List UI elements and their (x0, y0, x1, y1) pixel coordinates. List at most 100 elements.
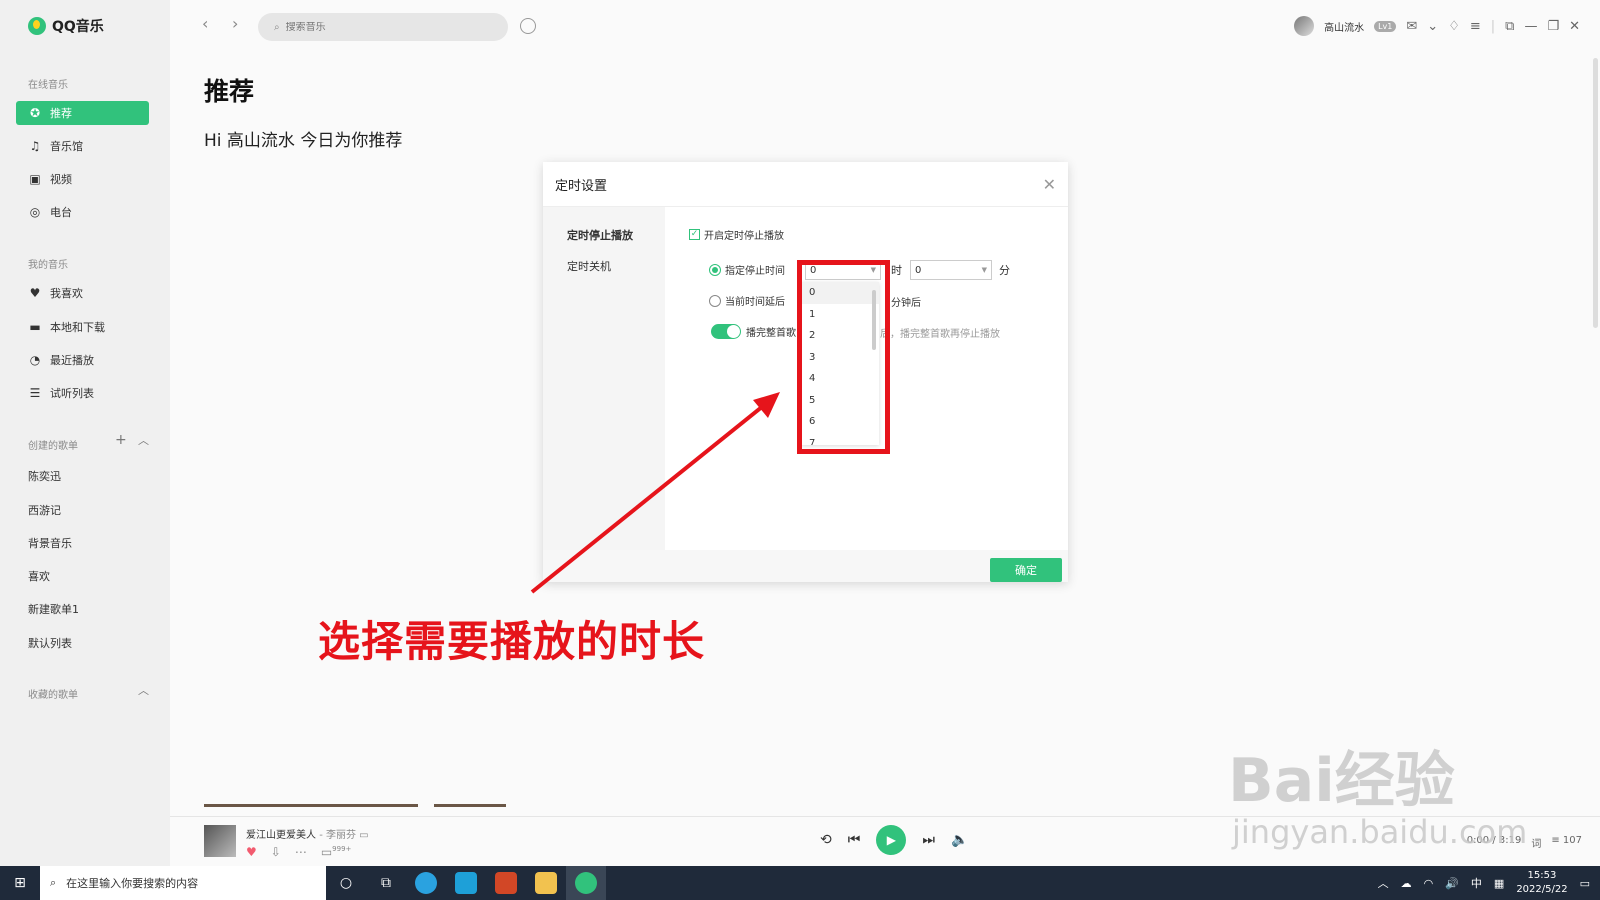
edge-browser-icon[interactable] (406, 866, 446, 900)
collapse-created-icon[interactable]: ︿ (138, 432, 149, 448)
avatar[interactable] (1294, 16, 1315, 36)
recommend-card-edge[interactable] (434, 804, 506, 807)
taskbar-search[interactable]: ⌕ 在这里输入你要搜索的内容 (40, 866, 326, 900)
playlist-item[interactable]: 默认列表 (28, 635, 72, 651)
play-button[interactable]: ▶ (876, 825, 907, 855)
dropdown-option[interactable]: 3 (801, 347, 879, 369)
playlist-item[interactable]: 喜欢 (28, 568, 50, 584)
radio-specific-time[interactable]: 指定停止时间 (709, 262, 785, 277)
song-artist[interactable]: 李丽芬 (326, 830, 356, 841)
skin-icon[interactable]: ♢ (1448, 19, 1460, 34)
dropdown-option[interactable]: 0 (801, 282, 879, 304)
heart-icon: ♥ (29, 286, 41, 300)
dropdown-option[interactable]: 5 (801, 390, 879, 412)
mini-mode-icon[interactable]: ⧉ (1505, 19, 1514, 34)
powerpoint-icon[interactable] (486, 866, 526, 900)
hour-select[interactable]: 0 ▼ (805, 260, 881, 280)
comment-icon[interactable]: ▭999+ (321, 845, 352, 859)
more-icon[interactable]: ⋯ (295, 845, 307, 859)
mv-icon[interactable]: ▭ (359, 830, 368, 841)
close-icon[interactable]: ✕ (1043, 175, 1056, 194)
radio-delay[interactable]: 当前时间延后 (709, 293, 785, 308)
heart-icon[interactable]: ♥ (246, 845, 257, 859)
back-icon[interactable]: ‹ (202, 14, 208, 33)
minimize-icon[interactable]: — (1524, 19, 1537, 34)
chevron-down-icon[interactable]: ⌄ (1427, 19, 1438, 34)
notification-icon[interactable]: ▭ (1580, 877, 1590, 890)
forward-icon[interactable]: › (232, 14, 238, 33)
app-logo[interactable]: QQ音乐 (28, 16, 104, 36)
level-badge[interactable]: Lv1 (1374, 20, 1397, 32)
store-app-icon[interactable] (446, 866, 486, 900)
cloud-icon[interactable]: ☁ (1401, 877, 1412, 890)
close-icon[interactable]: ✕ (1569, 19, 1580, 34)
main-scrollbar[interactable] (1593, 58, 1598, 328)
playback-controls: ⟲ ⏮ ▶ ⏭ 🔈 (820, 825, 968, 855)
next-icon[interactable]: ⏭ (922, 832, 935, 848)
sidebar-item-video[interactable]: ▣ 视频 (16, 167, 149, 191)
page-title: 推荐 (204, 77, 255, 106)
dropdown-option[interactable]: 1 (801, 304, 879, 326)
speaker-icon[interactable]: 🔊 (1445, 877, 1459, 890)
section-title-online: 在线音乐 (28, 80, 68, 91)
dropdown-scrollbar[interactable] (872, 290, 876, 350)
sidebar-item-trial-list[interactable]: ☰ 试听列表 (16, 381, 149, 405)
playlist-item[interactable]: 陈奕迅 (28, 468, 61, 484)
voice-search-icon[interactable] (520, 18, 536, 34)
song-title[interactable]: 爱江山更爱美人 (246, 830, 316, 841)
search-input[interactable] (285, 21, 486, 33)
collapse-collected-icon[interactable]: ︿ (138, 682, 149, 698)
playlist-item[interactable]: 新建歌单1 (28, 601, 79, 617)
ime-mode-icon[interactable]: ▦ (1494, 877, 1504, 890)
radio-icon: ◎ (29, 205, 41, 219)
section-title-collected-playlists: 收藏的歌单 (28, 690, 78, 701)
monitor-icon: ▬ (29, 320, 41, 334)
minute-select[interactable]: 0 ▼ (910, 260, 992, 280)
sidebar-item-music-hall[interactable]: ♫ 音乐馆 (16, 134, 149, 158)
dropdown-option[interactable]: 7 (801, 433, 879, 445)
file-explorer-icon[interactable] (526, 866, 566, 900)
confirm-button[interactable]: 确定 (990, 558, 1062, 582)
windows-start-icon[interactable]: ⊞ (0, 866, 40, 900)
recommend-card-edge[interactable] (204, 804, 418, 807)
dropdown-option[interactable]: 4 (801, 368, 879, 390)
playlist-item[interactable]: 背景音乐 (28, 535, 72, 551)
taskbar-clock[interactable]: 15:53 2022/5/22 (1516, 869, 1567, 897)
cortana-icon[interactable]: ○ (326, 866, 366, 900)
loop-icon[interactable]: ⟲ (820, 832, 832, 848)
sidebar-item-favorites[interactable]: ♥ 我喜欢 (16, 281, 149, 305)
comment-count: 999+ (332, 845, 352, 853)
tray-expand-icon[interactable]: ︿ (1378, 875, 1389, 891)
dropdown-option[interactable]: 6 (801, 411, 879, 433)
queue-button[interactable]: ≡ 107 (1551, 835, 1582, 850)
mail-icon[interactable]: ✉ (1406, 19, 1417, 34)
enable-timed-stop-checkbox[interactable]: ✓ 开启定时停止播放 (689, 227, 784, 242)
album-cover[interactable] (204, 825, 236, 857)
volume-icon[interactable]: 🔈 (951, 832, 968, 848)
maximize-icon[interactable]: ❐ (1547, 19, 1559, 34)
network-icon[interactable]: ◠ (1424, 877, 1434, 890)
tab-timed-stop[interactable]: 定时停止播放 (567, 227, 633, 243)
taskbar-search-placeholder: 在这里输入你要搜索的内容 (66, 877, 199, 890)
hour-dropdown-list[interactable]: 0 1 2 3 4 5 6 7 (801, 282, 879, 445)
qq-music-taskbar-icon[interactable] (566, 866, 606, 900)
tab-timed-shutdown[interactable]: 定时关机 (567, 258, 611, 274)
search-box[interactable]: ⌕ (258, 13, 508, 41)
add-playlist-icon[interactable]: + (115, 432, 127, 448)
menu-icon[interactable]: ≡ (1470, 19, 1481, 34)
ime-indicator[interactable]: 中 (1471, 875, 1482, 891)
previous-icon[interactable]: ⏮ (848, 832, 861, 848)
playlist-item[interactable]: 西游记 (28, 502, 61, 518)
sidebar-item-radio[interactable]: ◎ 电台 (16, 200, 149, 224)
finish-song-toggle[interactable] (711, 324, 741, 339)
lyrics-button[interactable]: 词 (1531, 835, 1541, 850)
download-icon[interactable]: ⇩ (271, 845, 281, 859)
song-info: 爱江山更爱美人 - 李丽芬 ▭ (246, 830, 369, 841)
user-area: 高山流水 Lv1 ✉ ⌄ ♢ ≡ | ⧉ — ❐ ✕ (1294, 16, 1580, 36)
sidebar-item-recent[interactable]: ◔ 最近播放 (16, 348, 149, 372)
task-view-icon[interactable]: ⧉ (366, 866, 406, 900)
username[interactable]: 高山流水 (1324, 19, 1364, 34)
sidebar-item-recommend[interactable]: ✪ 推荐 (16, 101, 149, 125)
sidebar-item-local-downloads[interactable]: ▬ 本地和下载 (16, 315, 149, 339)
dropdown-option[interactable]: 2 (801, 325, 879, 347)
